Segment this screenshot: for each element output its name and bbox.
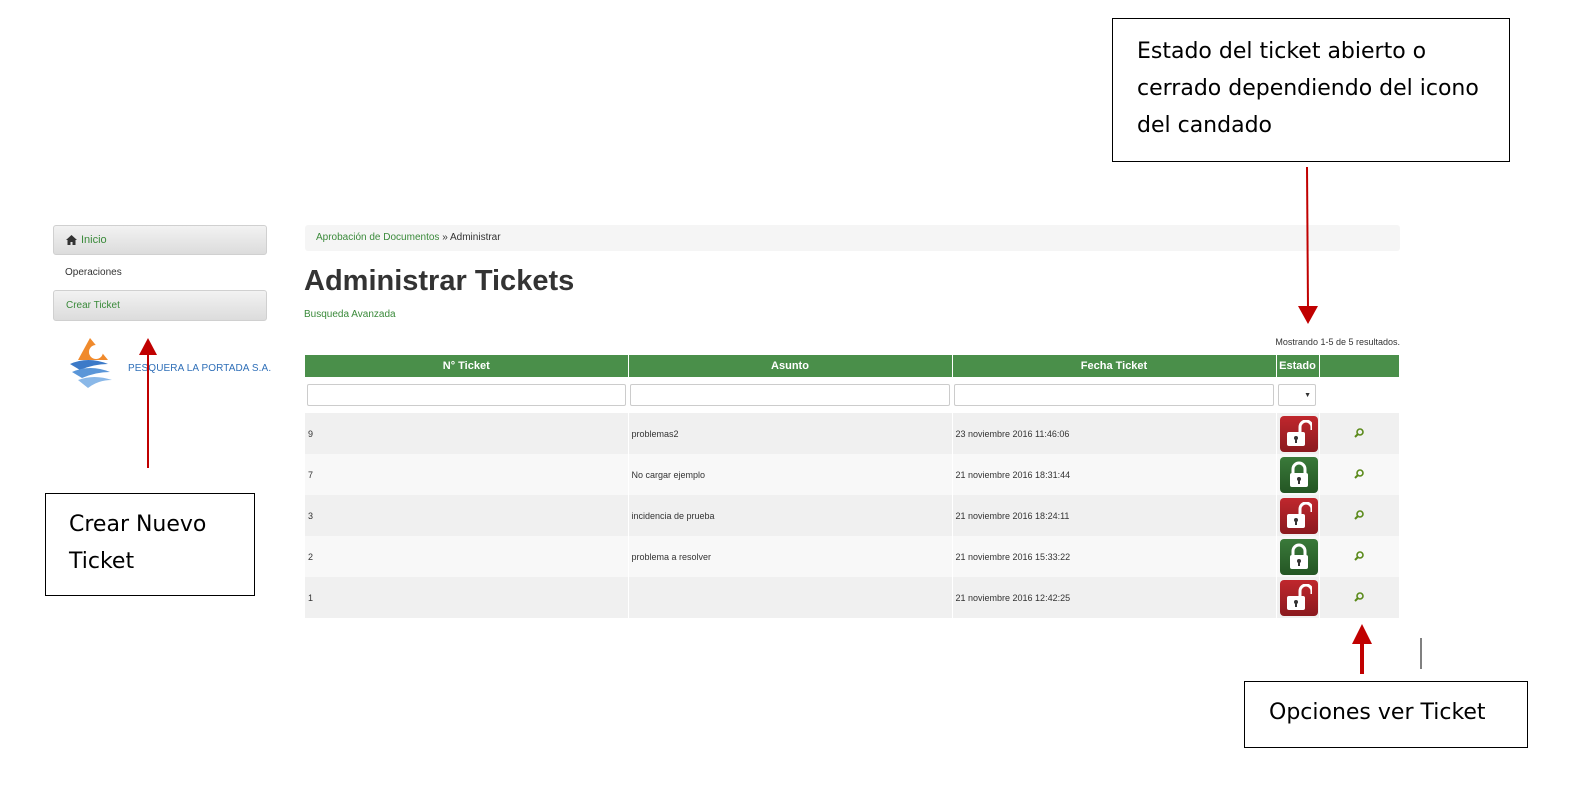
- arrow-opciones-head: [1352, 624, 1372, 644]
- arrow-estado-head: [1298, 306, 1318, 324]
- annotation-estado: Estado del ticket abierto o cerrado depe…: [1112, 18, 1510, 162]
- arrow-estado-line: [1306, 166, 1309, 309]
- annotation-opciones: Opciones ver Ticket: [1244, 681, 1528, 748]
- arrow-crear-head: [139, 338, 157, 355]
- annotation-crear-ticket: Crear Nuevo Ticket: [45, 493, 255, 596]
